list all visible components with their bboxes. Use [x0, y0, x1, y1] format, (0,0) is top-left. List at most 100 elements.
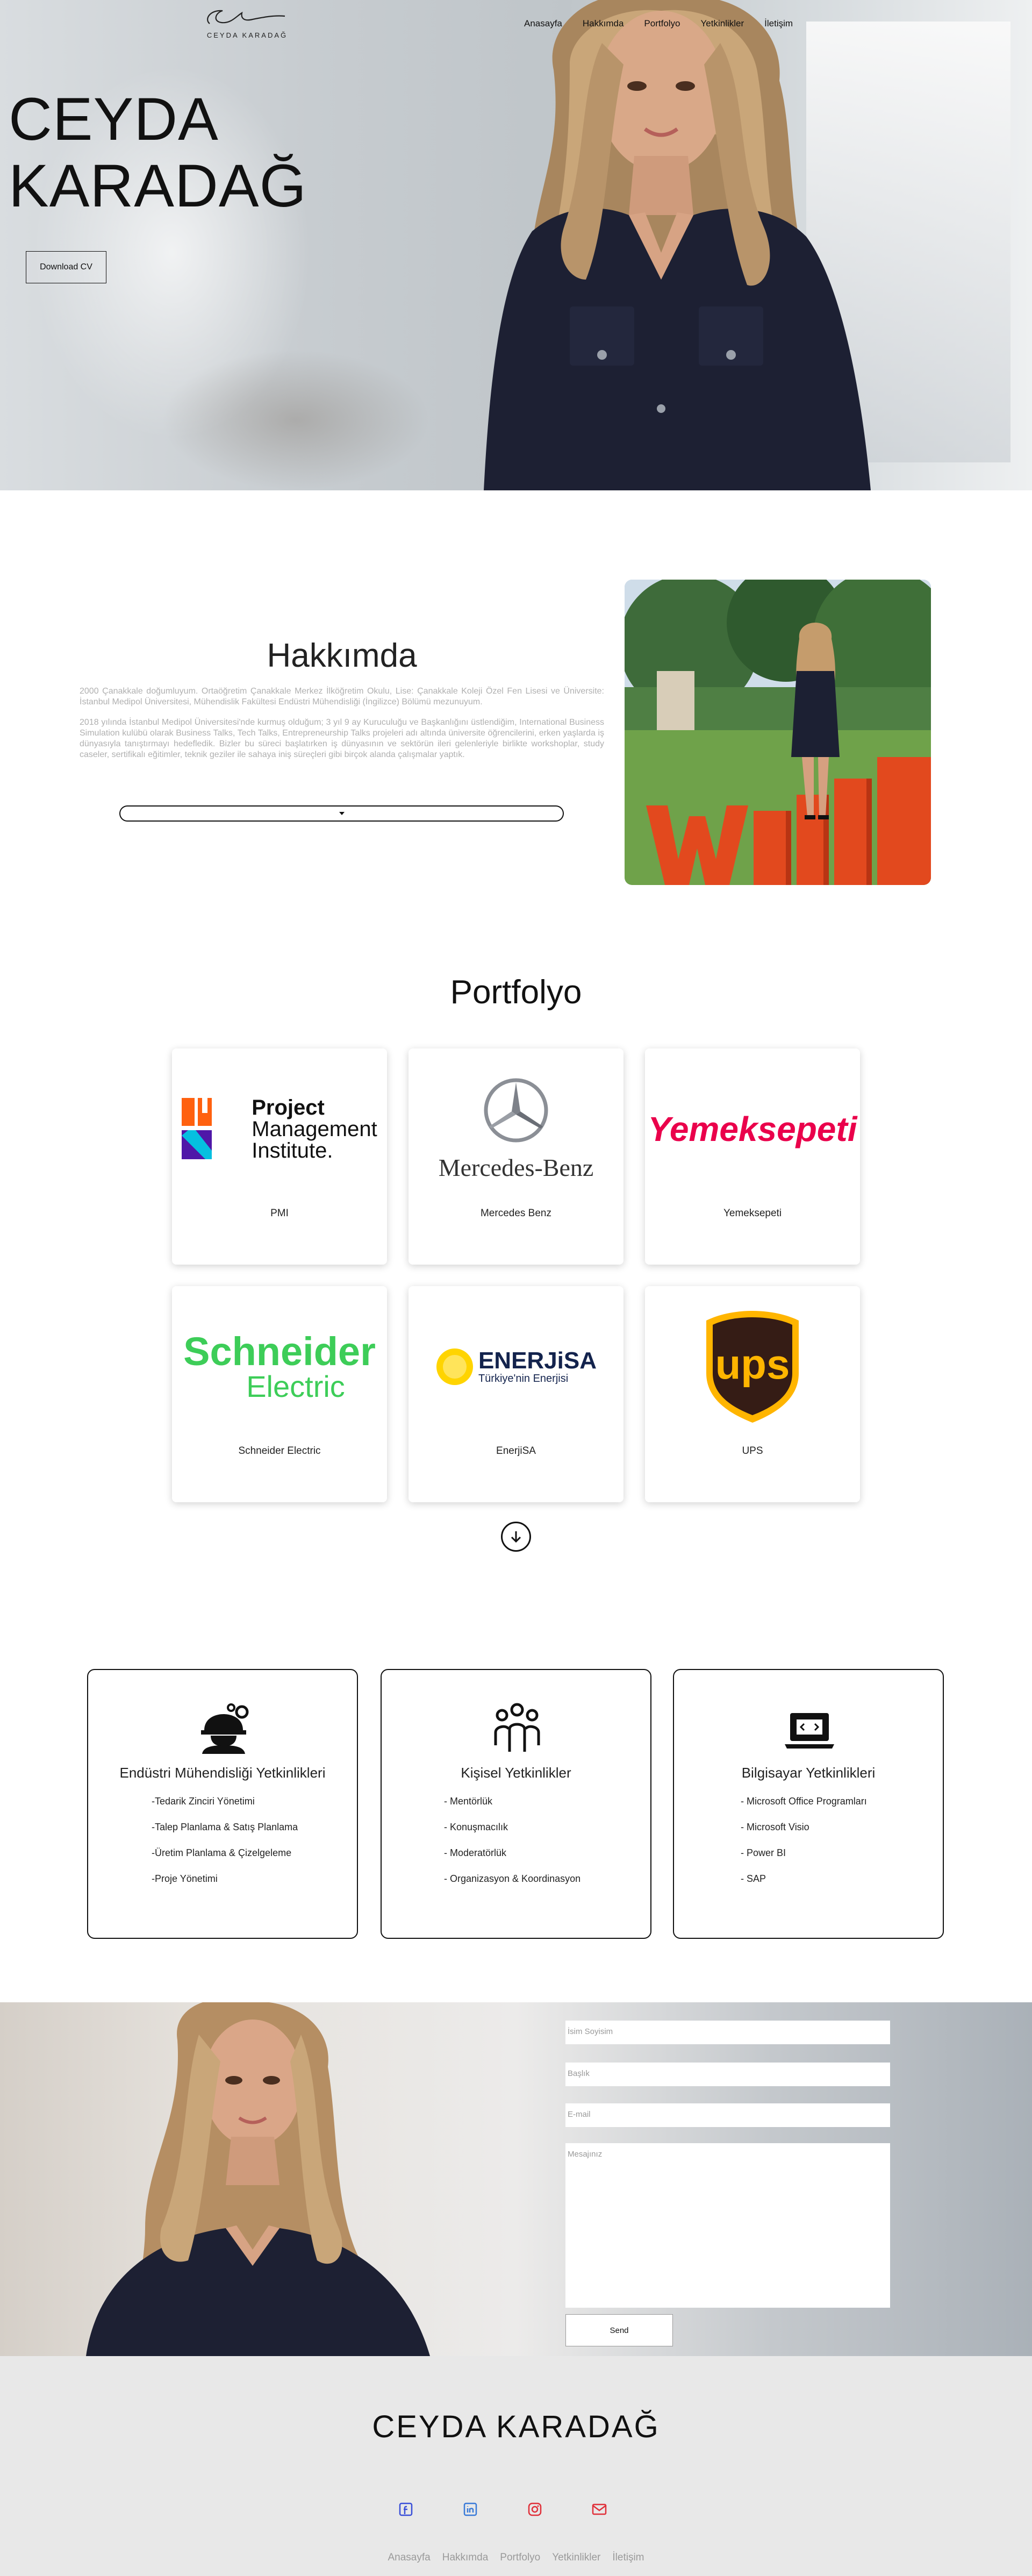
about-photo	[625, 580, 931, 885]
brand-logo[interactable]: CEYDA KARADAĞ	[199, 5, 296, 43]
ups-logo: ups	[645, 1308, 860, 1426]
download-cv-button[interactable]: Download CV	[26, 251, 106, 283]
nav-skills[interactable]: Yetkinlikler	[701, 18, 744, 29]
skill-item: - Moderatörlük	[444, 1847, 507, 1858]
hero-title-line2: KARADAĞ	[9, 152, 307, 219]
skill-list: -Tedarik Zinciri Yönetimi -Talep Planlam…	[152, 1795, 298, 1898]
caret-down-icon	[339, 812, 345, 815]
enerjisa-sun-icon	[436, 1348, 473, 1385]
yemeksepeti-logo-text: Yemeksepeti	[648, 1110, 857, 1148]
mercedes-logo: Mercedes-Benz	[408, 1070, 624, 1188]
footer-title: CEYDA KARADAĞ	[372, 2409, 660, 2444]
about-paragraph-1: 2000 Çanakkale doğumluyum. Ortaöğretim Ç…	[80, 687, 604, 707]
skill-list: - Microsoft Office Programları - Microso…	[741, 1795, 867, 1898]
skill-item: - Mentörlük	[444, 1796, 493, 1807]
engineer-gear-icon	[201, 1703, 249, 1754]
schneider-logo-line1: Schneider	[183, 1329, 376, 1374]
skill-title: Endüstri Mühendisliği Yetkinlikleri	[119, 1765, 326, 1781]
nav-contact[interactable]: İletişim	[764, 18, 793, 29]
portfolio-card-ups[interactable]: ups UPS	[645, 1286, 860, 1502]
portfolio-more-button[interactable]	[501, 1522, 531, 1552]
pmi-logo-line2: Management	[252, 1117, 377, 1141]
skill-box-computer: Bilgisayar Yetkinlikleri - Microsoft Off…	[673, 1669, 944, 1939]
hero-background-shadow	[161, 349, 430, 490]
footer-nav-contact[interactable]: İletişim	[612, 2552, 644, 2564]
portfolio-card-yemeksepeti[interactable]: Yemeksepeti Yemeksepeti	[645, 1048, 860, 1265]
mercedes-logo-text: Mercedes-Benz	[438, 1153, 594, 1181]
pmi-logo: Project Management Institute.	[172, 1070, 387, 1188]
enerjisa-logo-sub: Türkiye'nin Enerjisi	[478, 1372, 569, 1385]
nav-about[interactable]: Hakkımda	[583, 18, 624, 29]
read-more-toggle[interactable]	[119, 805, 564, 822]
skill-item: - Konuşmacılık	[444, 1822, 508, 1832]
footer-nav-about[interactable]: Hakkımda	[442, 2552, 489, 2564]
top-navigation: Anasayfa Hakkımda Portfolyo Yetkinlikler…	[524, 18, 793, 29]
portfolio-caption: PMI	[270, 1208, 289, 1219]
portfolio-card-pmi[interactable]: Project Management Institute. PMI	[172, 1048, 387, 1265]
portfolio-card-schneider[interactable]: Schneider Electric Schneider Electric	[172, 1286, 387, 1502]
send-button[interactable]: Send	[565, 2314, 673, 2346]
subject-field[interactable]: Başlık	[565, 2063, 890, 2086]
skill-box-personal: Kişisel Yetkinlikler - Mentörlük - Konuş…	[381, 1669, 651, 1939]
email-field[interactable]: E-mail	[565, 2103, 890, 2127]
hero-portrait	[484, 0, 871, 490]
schneider-logo-line2: Electric	[246, 1369, 345, 1403]
message-field[interactable]: Mesajınız	[565, 2143, 890, 2308]
footer-navigation: Anasayfa Hakkımda Portfolyo Yetkinlikler…	[0, 2552, 1032, 2564]
laptop-code-icon	[785, 1713, 834, 1749]
facebook-icon[interactable]	[398, 2501, 414, 2517]
enerjisa-logo-text: ENERJiSA	[478, 1347, 597, 1374]
name-field[interactable]: İsim Soyisim	[565, 2021, 890, 2044]
footer-nav-skills[interactable]: Yetkinlikler	[552, 2552, 600, 2564]
email-icon[interactable]	[591, 2501, 607, 2517]
portfolio-caption: Mercedes Benz	[480, 1208, 551, 1219]
signature-icon	[207, 10, 285, 24]
portfolio-card-mercedes[interactable]: Mercedes-Benz Mercedes Benz	[408, 1048, 624, 1265]
portfolio-title: Portfolyo	[450, 974, 582, 1011]
ups-shield-icon: ups	[706, 1311, 799, 1423]
skill-item: -Talep Planlama & Satış Planlama	[152, 1822, 298, 1832]
contact-section: İsim Soyisim Başlık E-mail Mesajınız Sen…	[0, 2002, 1032, 2356]
portfolio-caption: UPS	[742, 1445, 763, 1457]
portfolio-card-enerjisa[interactable]: ENERJiSA Türkiye'nin Enerjisi EnerjiSA	[408, 1286, 624, 1502]
social-links	[398, 2501, 607, 2517]
skill-item: -Proje Yönetimi	[152, 1873, 218, 1884]
contact-portrait	[86, 2002, 430, 2356]
skill-item: - Organizasyon & Koordinasyon	[444, 1873, 581, 1884]
about-paragraph-2: 2018 yılında İstanbul Medipol Üniversite…	[80, 718, 604, 759]
nav-portfolio[interactable]: Portfolyo	[644, 18, 680, 29]
about-text: 2000 Çanakkale doğumluyum. Ortaöğretim Ç…	[80, 686, 604, 770]
pmi-logo-line3: Institute.	[252, 1139, 333, 1162]
skill-item: - Power BI	[741, 1847, 786, 1858]
schneider-logo: Schneider Electric	[172, 1308, 387, 1426]
about-title: Hakkımda	[267, 637, 417, 674]
arrow-down-icon	[511, 1531, 521, 1543]
brand-logo-text: CEYDA KARADAĞ	[206, 31, 288, 39]
team-people-icon	[494, 1703, 540, 1752]
hero-title-line1: CEYDA	[9, 85, 219, 153]
yemeksepeti-logo: Yemeksepeti	[645, 1070, 860, 1188]
skill-item: - SAP	[741, 1873, 766, 1884]
mercedes-star-icon	[484, 1078, 548, 1142]
portfolio-caption: Schneider Electric	[238, 1445, 321, 1457]
enerjisa-logo: ENERJiSA Türkiye'nin Enerjisi	[408, 1308, 624, 1426]
skill-item: - Microsoft Visio	[741, 1822, 809, 1832]
skill-item: -Tedarik Zinciri Yönetimi	[152, 1796, 255, 1807]
pmi-logo-icon	[182, 1098, 212, 1159]
footer: CEYDA KARADAĞ Anasayfa Hakkımda Portfoly…	[0, 2356, 1032, 2576]
footer-nav-portfolio[interactable]: Portfolyo	[500, 2552, 540, 2564]
linkedin-icon[interactable]	[462, 2501, 478, 2517]
skill-item: -Üretim Planlama & Çizelgeleme	[152, 1847, 292, 1858]
pmi-logo-line1: Project	[252, 1096, 325, 1119]
ups-logo-text: ups	[715, 1340, 790, 1388]
hero-section: CEYDA KARADAĞ Anasayfa Hakkımda Portfoly…	[0, 0, 1032, 490]
portfolio-caption: EnerjiSA	[496, 1445, 536, 1457]
skill-list: - Mentörlük - Konuşmacılık - Moderatörlü…	[444, 1795, 580, 1898]
portfolio-caption: Yemeksepeti	[723, 1208, 782, 1219]
skill-item: - Microsoft Office Programları	[741, 1796, 867, 1807]
instagram-icon[interactable]	[527, 2501, 543, 2517]
skill-title: Kişisel Yetkinlikler	[461, 1765, 571, 1781]
footer-nav-home[interactable]: Anasayfa	[388, 2552, 431, 2564]
nav-home[interactable]: Anasayfa	[524, 18, 562, 29]
hero-title: CEYDA KARADAĞ	[9, 86, 353, 219]
